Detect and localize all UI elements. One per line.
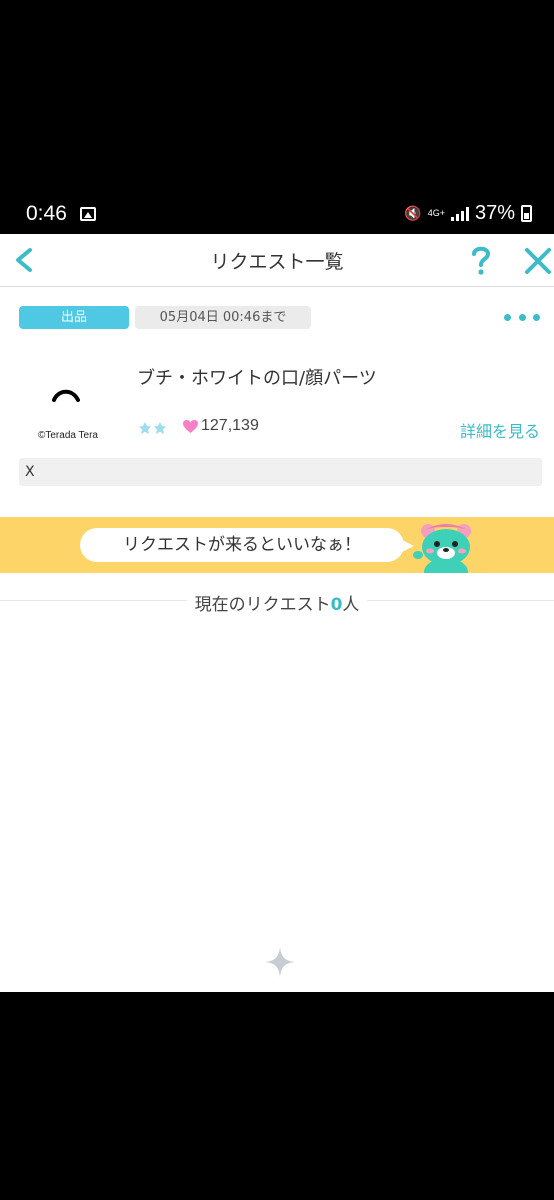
request-list-screen: リクエスト一覧 出品 05月04日 00:46まで ©Terada Tera ブ… [0,234,554,992]
battery-percent: 37% [474,202,515,224]
thumbnail-credit: ©Terada Tera [38,430,98,441]
request-count-text: 現在のリクエスト0人 [186,595,368,615]
item-thumbnail[interactable]: ©Terada Tera [22,358,114,444]
more-dot [533,314,540,321]
signal-icon [450,206,469,221]
listing-item: ©Terada Tera ブチ・ホワイトの口/顔パーツ 127,139 詳細を見… [0,352,554,448]
more-dots-icon [504,314,511,321]
like-count: 127,139 [182,417,259,435]
status-indicators: 🔇 4G+ 37% [404,202,532,225]
current-request-count: 現在のリクエスト0人 [0,590,554,615]
banner-message: リクエストが来るといいなぁ！ [80,528,414,562]
like-count-value: 127,139 [201,417,259,434]
request-count-prefix: 現在のリクエスト [194,595,331,615]
close-button[interactable] [520,242,554,278]
image-icon [80,207,96,221]
bear-mascot-icon [413,524,472,573]
more-dot [518,314,526,321]
view-details-link[interactable]: 詳細を見る [460,418,540,442]
request-banner: リクエストが来るといいなぁ！ [0,517,554,573]
help-icon [472,246,491,275]
heart-icon [183,419,198,433]
sparkle-icon [265,947,295,977]
listing-meta: 出品 05月04日 00:46まで [0,306,554,330]
deadline-badge: 05月04日 00:46まで [135,306,311,329]
comment-box: X [19,458,542,486]
vibrate-mute-icon: 🔇 [404,205,422,221]
help-button[interactable] [466,238,496,282]
request-count-value: 0 [330,595,343,615]
item-title: ブチ・ホワイトの口/顔パーツ [137,368,377,389]
status-badge: 出品 [19,306,129,329]
network-type: 4G+ [427,208,445,218]
status-bar: 0:46 🔇 4G+ 37% [0,196,554,234]
more-options-button[interactable] [504,314,540,324]
close-icon [525,248,551,274]
status-time: 0:46 [26,202,67,225]
rarity-stars-icon [139,422,166,434]
request-count-suffix: 人 [342,595,360,615]
app-header: リクエスト一覧 [0,234,554,287]
mouth-part-image [52,389,80,402]
battery-icon [521,205,532,222]
